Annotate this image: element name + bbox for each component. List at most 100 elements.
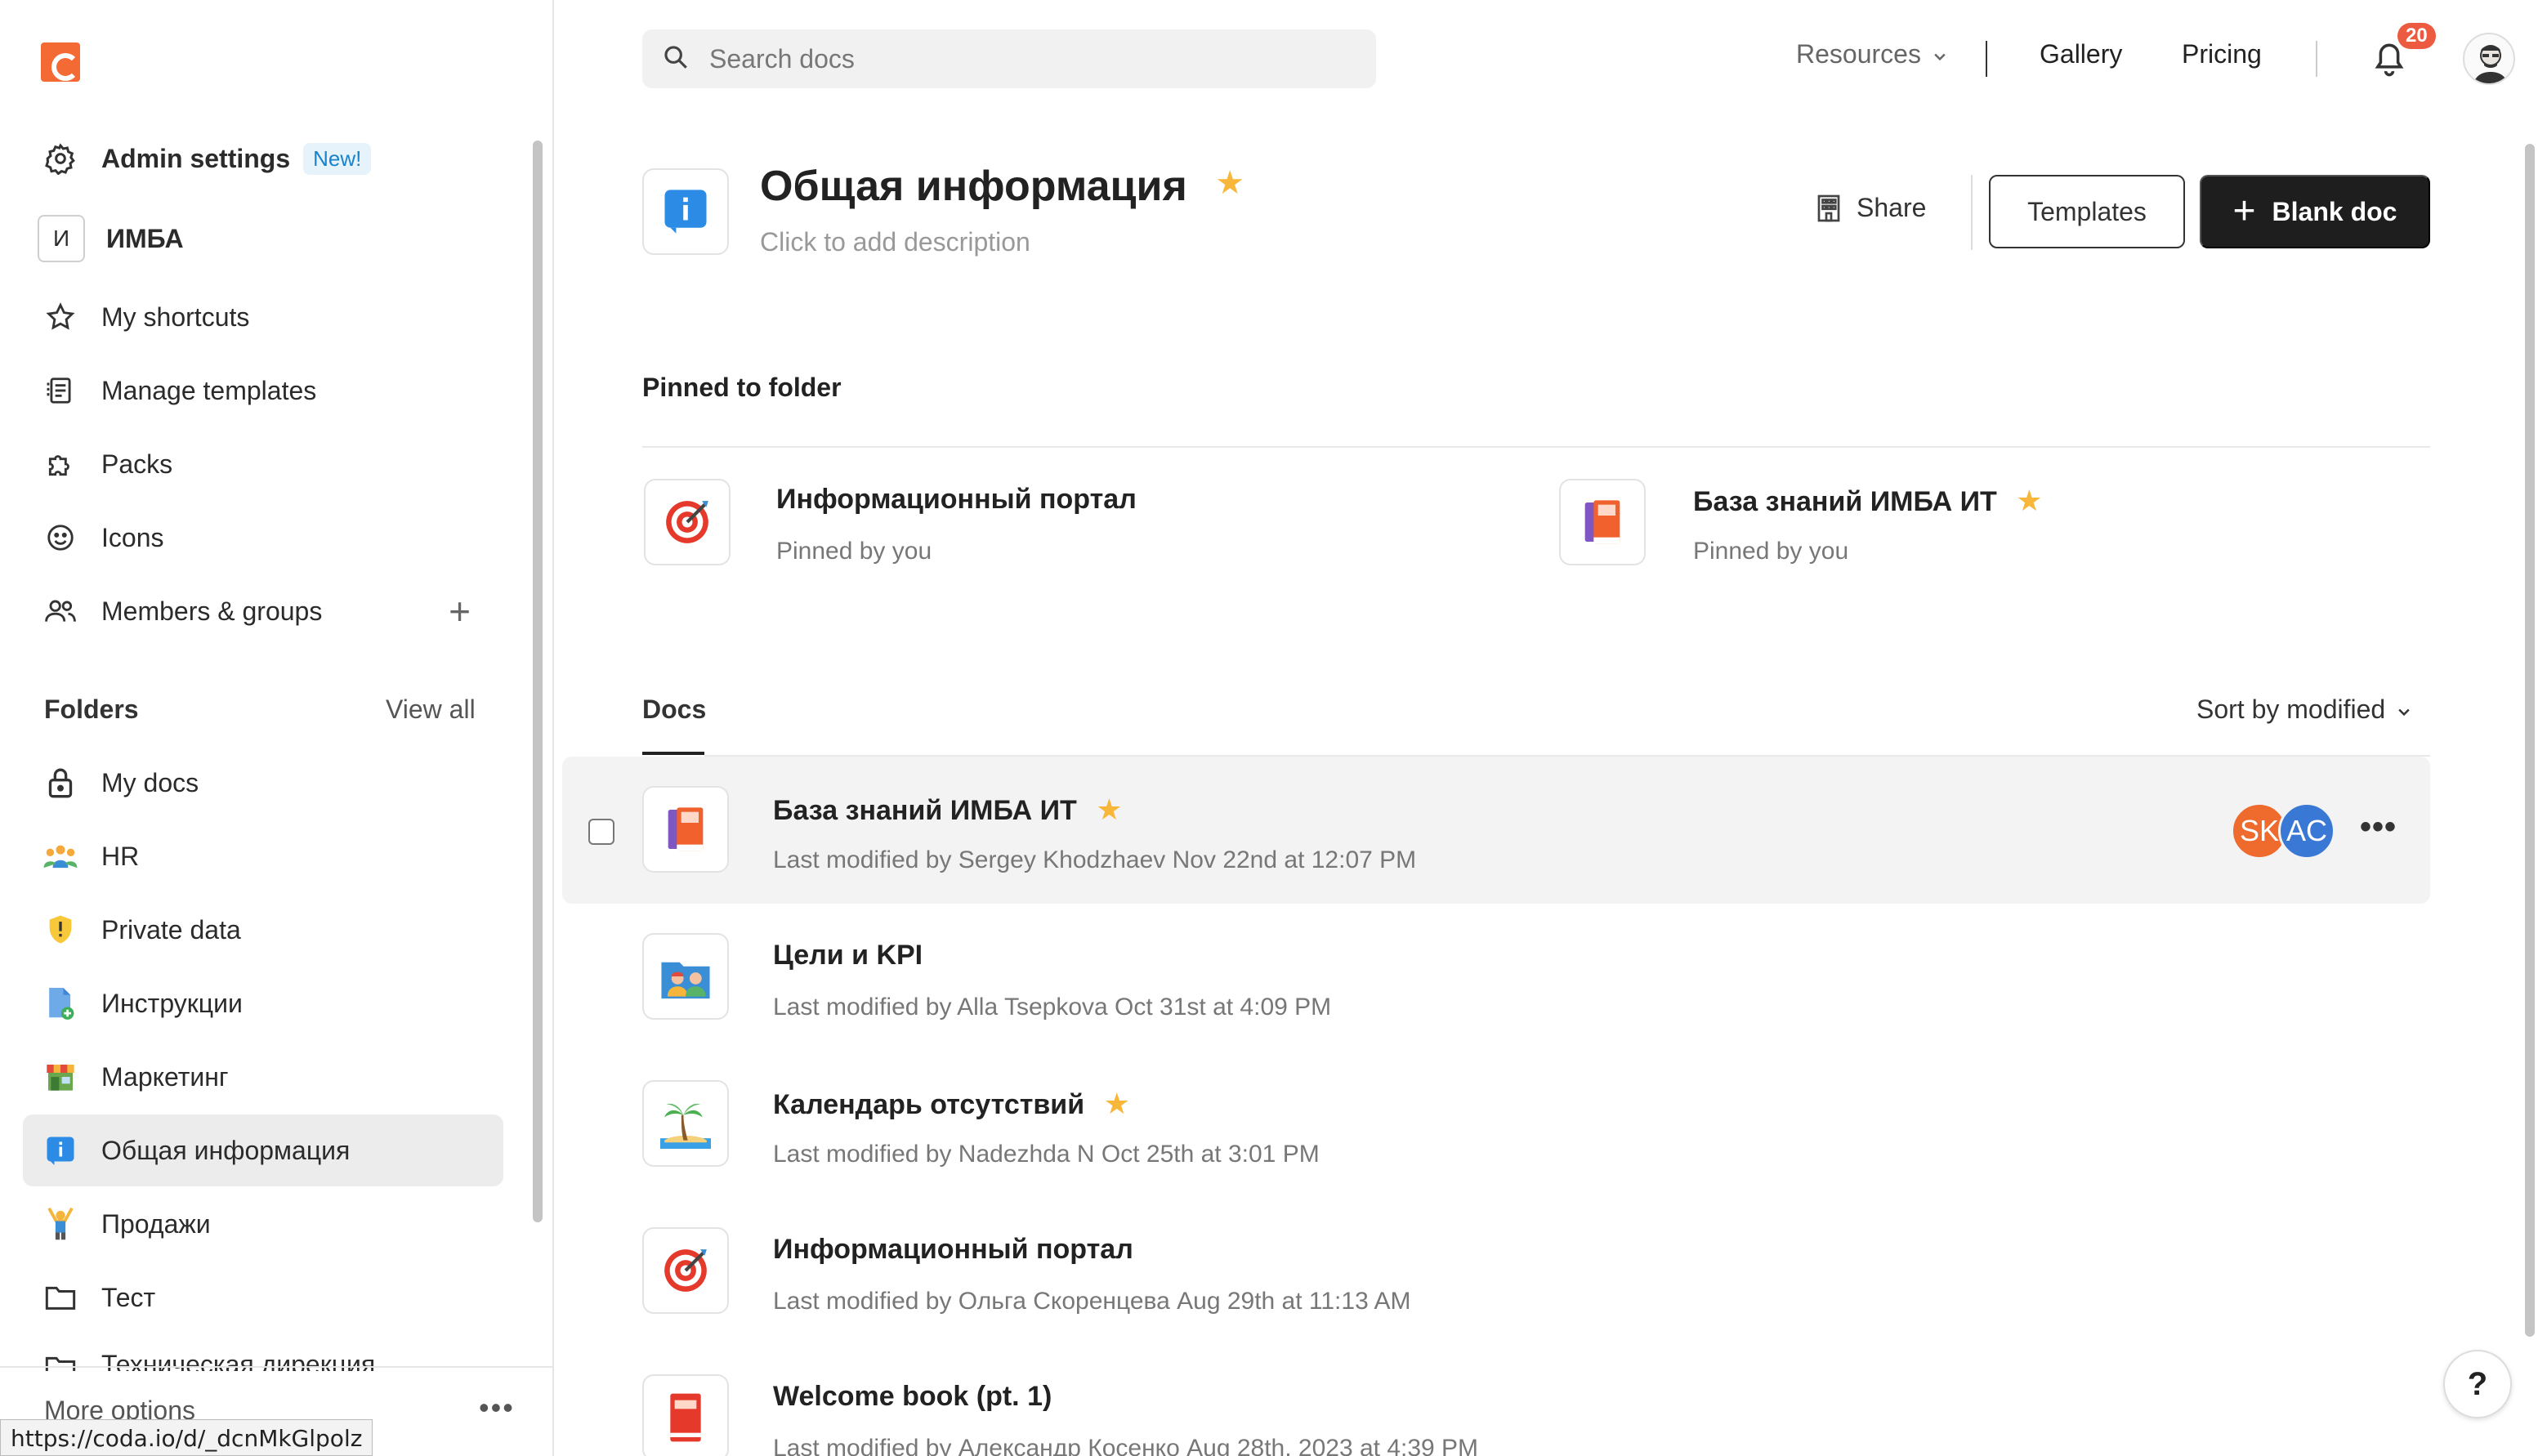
people-icon [42,838,78,874]
doc-title-text: Календарь отсутствий [773,1089,1085,1120]
main-scrollbar[interactable] [2525,144,2535,1337]
sidebar-item-packs[interactable]: Packs [23,428,503,500]
sort-label: Sort by modified [2196,695,2386,724]
target-icon [642,1227,729,1314]
templates-button[interactable]: Templates [1989,175,2185,248]
folder-label: Инструкции [101,988,243,1018]
gallery-link[interactable]: Gallery [2040,39,2122,69]
row-menu-button[interactable]: ••• [2360,809,2397,846]
gear-icon [42,141,78,176]
sidebar-item-label: Icons [101,522,164,552]
folder-label: HR [101,841,140,871]
shield-icon [42,912,78,948]
sidebar-folder-marketing[interactable]: Маркетинг [23,1041,503,1113]
sidebar-folder-hr[interactable]: HR [23,820,503,892]
pinned-title: База знаний ИМБА ИТ ★ [1693,484,2043,518]
sidebar-divider [0,1366,552,1368]
header-divider [1971,175,1973,250]
star-outline-icon [42,299,78,335]
doc-title: Welcome book (pt. 1) [773,1381,1052,1412]
add-group-button[interactable]: + [449,589,471,633]
star-icon[interactable]: ★ [2016,484,2042,517]
bell-icon[interactable] [2371,41,2407,78]
search-input[interactable] [709,43,1347,74]
document-icon [42,985,78,1021]
info-icon [42,1132,78,1168]
resources-menu[interactable]: Resources [1796,39,1948,71]
folder-label: My docs [101,767,199,797]
doc-meta: Last modified by Nadezhda N Oct 25th at … [773,1141,1320,1168]
sidebar-item-label: Packs [101,449,173,479]
star-icon[interactable]: ★ [1096,793,1122,826]
nav-divider [2316,41,2317,77]
user-avatar[interactable] [2463,33,2515,85]
pinned-title-text: База знаний ИМБА ИТ [1693,486,1997,517]
sidebar-item-members-groups[interactable]: Members & groups + [23,575,503,647]
pinned-card[interactable]: Информационный портал Pinned by you [644,479,1461,574]
folder-icon [42,1280,78,1315]
doc-row[interactable]: Цели и KPI Last modified by Alla Tsepkov… [562,904,2430,1051]
book-icon [642,786,729,873]
sidebar-folder-private-data[interactable]: Private data [23,894,503,966]
doc-title: База знаний ИМБА ИТ ★ [773,793,1123,827]
palm-tree-icon [642,1080,729,1167]
workspace-item[interactable]: И ИМБА [23,203,503,275]
doc-row[interactable]: Календарь отсутствий ★ Last modified by … [562,1051,2430,1198]
pinned-divider [642,446,2430,448]
nav-divider [1986,41,1987,77]
collaborator-avatar[interactable]: AC [2278,802,2335,860]
sidebar-folder-general-info[interactable]: Общая информация [23,1114,503,1186]
help-button[interactable]: ? [2443,1350,2512,1418]
folder-label: Тест [101,1282,156,1312]
tab-docs[interactable]: Docs [642,695,706,725]
doc-meta: Last modified by Александр Косенко Aug 2… [773,1435,1479,1456]
chevron-down-icon [1932,41,1948,71]
blank-doc-button[interactable]: + Blank doc [2200,175,2430,248]
sidebar-item-icons[interactable]: Icons [23,502,503,574]
share-button[interactable]: Share [1814,193,1926,223]
doc-row[interactable]: База знаний ИМБА ИТ ★ Last modified by S… [562,757,2430,904]
sidebar-item-label: Manage templates [101,375,317,405]
sidebar-folder-my-docs[interactable]: My docs [23,747,503,819]
folder-label: Техническая дирекция [101,1350,376,1371]
notification-count-badge: 20 [2397,23,2436,49]
doc-meta: Last modified by Sergey Khodzhaev Nov 22… [773,846,1417,873]
pricing-link[interactable]: Pricing [2182,39,2262,69]
admin-settings-item[interactable]: Admin settings New! [23,123,503,194]
doc-title-text: База знаний ИМБА ИТ [773,795,1077,826]
coda-logo-icon[interactable] [41,42,80,82]
select-checkbox[interactable] [588,819,614,845]
sidebar-item-my-shortcuts[interactable]: My shortcuts [23,281,503,353]
folder-info-icon[interactable] [642,168,729,255]
folder-title-text: Общая информация [760,163,1187,210]
chevron-down-icon [2396,696,2412,726]
book-icon [1559,479,1646,565]
star-icon[interactable]: ★ [1104,1087,1130,1120]
status-url-tooltip: https://coda.io/d/_dcnMkGlpolz [0,1419,373,1456]
page-title[interactable]: Общая информация ★ [760,162,1244,211]
star-icon[interactable]: ★ [1215,165,1244,201]
doc-row[interactable]: Информационный портал Last modified by О… [562,1198,2430,1345]
sidebar-folder-test[interactable]: Тест [23,1262,503,1333]
doc-meta: Last modified by Ольга Скоренцева Aug 29… [773,1288,1411,1315]
view-all-folders-link[interactable]: View all [386,695,476,725]
folder-label: Private data [101,914,241,945]
folder-label: Продажи [101,1208,211,1239]
sidebar-scrollbar[interactable] [533,141,543,1222]
more-options-button[interactable]: ••• [479,1391,515,1425]
doc-row[interactable]: Welcome book (pt. 1) Last modified by Ал… [562,1345,2430,1456]
people-folder-icon [642,933,729,1020]
folder-description[interactable]: Click to add description [760,227,1030,257]
workspace-initial: И [38,215,85,262]
sidebar-folder-instructions[interactable]: Инструкции [23,967,503,1039]
person-raised-hands-icon [42,1206,78,1242]
blank-doc-label: Blank doc [2272,196,2397,226]
sidebar-item-manage-templates[interactable]: Manage templates [23,355,503,427]
pinned-card[interactable]: База знаний ИМБА ИТ ★ Pinned by you [1559,479,2376,574]
resources-label: Resources [1796,39,1921,69]
sidebar: Admin settings New! И ИМБА My shortcuts … [0,0,554,1456]
search-bar[interactable] [642,29,1376,88]
sidebar-folder-sales[interactable]: Продажи [23,1188,503,1260]
sort-dropdown[interactable]: Sort by modified [2196,695,2412,726]
active-tab-indicator [642,752,704,755]
